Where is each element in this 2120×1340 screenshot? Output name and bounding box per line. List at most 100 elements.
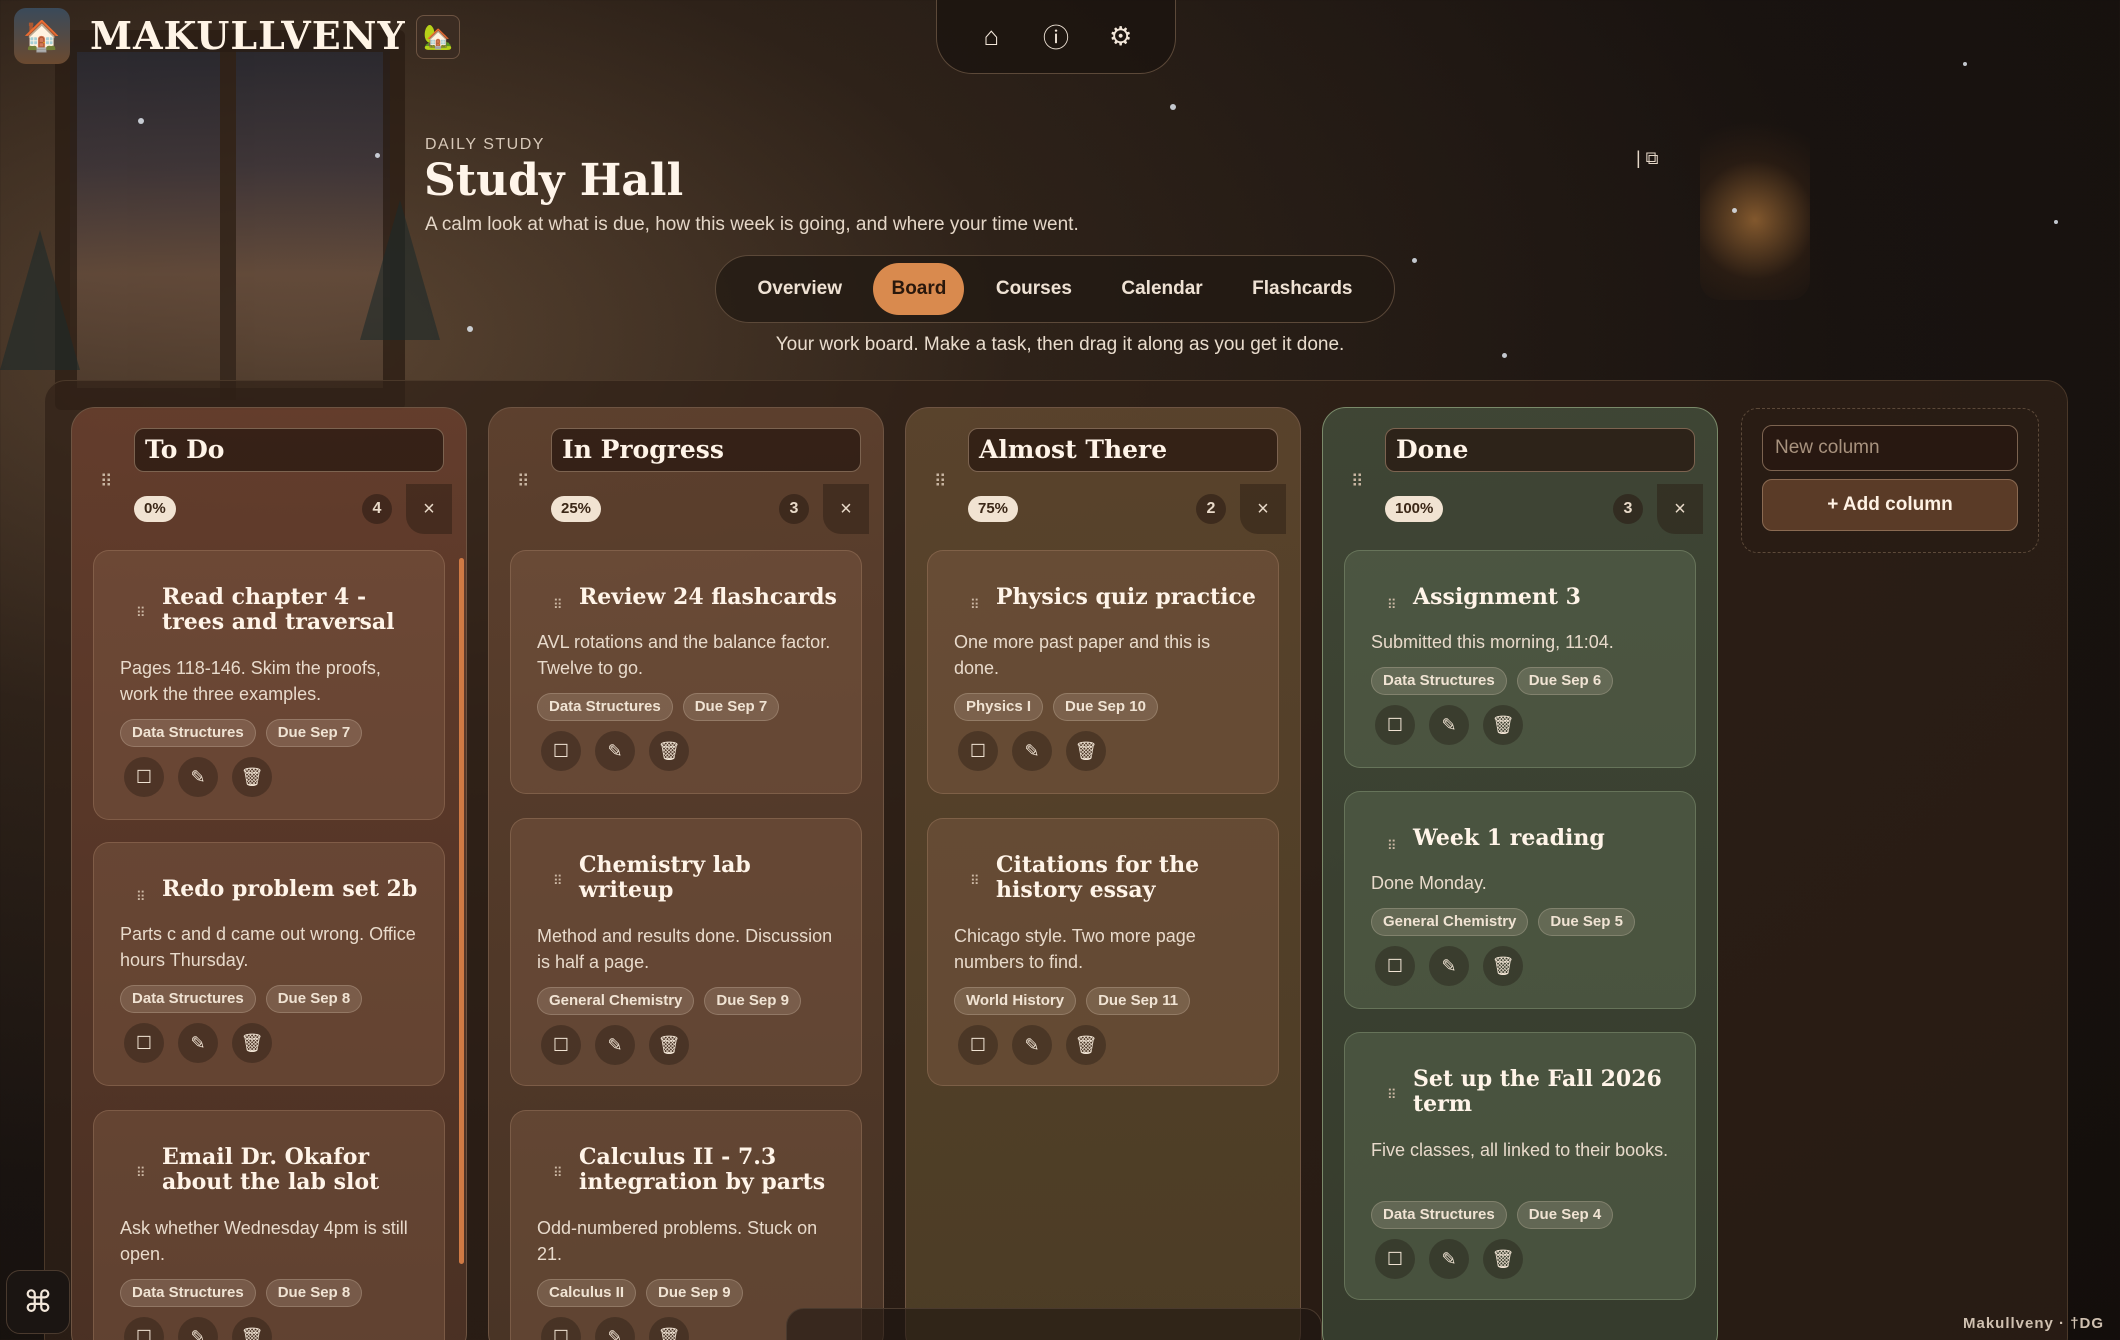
card-drag-handle[interactable]: ⠿ (1387, 838, 1396, 854)
column-almost-there: ⠿ Almost There 75% 2 × ⠿ Physics quiz pr… (905, 407, 1301, 1340)
task-card[interactable]: ⠿ Week 1 reading Done Monday. General Ch… (1344, 791, 1696, 1009)
task-card[interactable]: ⠿ Chemistry lab writeup Method and resul… (510, 818, 862, 1086)
card-drag-handle[interactable]: ⠿ (553, 597, 562, 613)
close-icon[interactable]: × (1657, 484, 1703, 534)
edit-icon[interactable]: ✎ (178, 1023, 218, 1063)
close-icon[interactable]: × (823, 484, 869, 534)
card-title: Physics quiz practice (996, 584, 1256, 610)
info-icon[interactable]: ⓘ (1036, 18, 1076, 55)
home-icon[interactable]: ⌂ (971, 21, 1011, 52)
edit-icon[interactable]: ✎ (595, 1025, 635, 1065)
card-description: Submitted this morning, 11:04. (1371, 632, 1614, 652)
task-card[interactable]: ⠿ Calculus II - 7.3 integration by parts… (510, 1110, 862, 1340)
column-progress: 0% (134, 496, 176, 522)
task-card[interactable]: ⠿ Email Dr. Okafor about the lab slot As… (93, 1110, 445, 1340)
course-tag: World History (954, 987, 1077, 1015)
close-icon[interactable]: × (1240, 484, 1286, 534)
edit-icon[interactable]: ✎ (178, 1317, 218, 1340)
tab-calendar[interactable]: Calendar (1103, 263, 1220, 315)
card-drag-handle[interactable]: ⠿ (136, 889, 145, 905)
task-card[interactable]: ⠿ Review 24 flashcards AVL rotations and… (510, 550, 862, 794)
card-drag-handle[interactable]: ⠿ (136, 1165, 145, 1181)
delete-icon[interactable]: 🗑 (1066, 1025, 1106, 1065)
edit-icon[interactable]: ✎ (1012, 731, 1052, 771)
card-drag-handle[interactable]: ⠿ (1387, 597, 1396, 613)
delete-icon[interactable]: 🗑 (649, 1317, 689, 1340)
task-card[interactable]: ⠿ Read chapter 4 - trees and traversal P… (93, 550, 445, 820)
delete-icon[interactable]: 🗑 (1483, 1239, 1523, 1279)
checkbox-icon[interactable]: ☐ (541, 731, 581, 771)
edit-icon[interactable]: ✎ (1012, 1025, 1052, 1065)
app-name: MAKULLVENY (90, 13, 406, 58)
column-to-do: ⠿ To Do 0% 4 × ⠿ Read chapter 4 - trees … (71, 407, 467, 1340)
column-title[interactable]: In Progress (551, 428, 861, 472)
delete-icon[interactable]: 🗑 (1483, 705, 1523, 745)
column-title[interactable]: Done (1385, 428, 1695, 472)
delete-icon[interactable]: 🗑 (232, 1023, 272, 1063)
edit-icon[interactable]: ✎ (1429, 705, 1469, 745)
checkbox-icon[interactable]: ☐ (958, 731, 998, 771)
column-title[interactable]: To Do (134, 428, 444, 472)
add-column-button[interactable]: + Add column (1762, 479, 2018, 531)
edit-icon[interactable]: ✎ (178, 757, 218, 797)
task-card[interactable]: ⠿ Set up the Fall 2026 term Five classes… (1344, 1032, 1696, 1300)
page-subtitle: A calm look at what is due, how this wee… (425, 214, 1079, 235)
due-tag: Due Sep 6 (1516, 667, 1614, 695)
column-drag-handle[interactable]: ⠿ (934, 472, 947, 492)
course-tag: Calculus II (537, 1279, 637, 1307)
delete-icon[interactable]: 🗑 (649, 731, 689, 771)
due-tag: Due Sep 7 (682, 693, 780, 721)
column-scrollbar[interactable] (459, 558, 464, 1264)
task-card[interactable]: ⠿ Citations for the history essay Chicag… (927, 818, 1279, 1086)
delete-icon[interactable]: 🗑 (649, 1025, 689, 1065)
card-description: Chicago style. Two more page numbers to … (954, 926, 1196, 972)
checkbox-icon[interactable]: ☐ (1375, 1239, 1415, 1279)
snow-dot (1963, 62, 1967, 66)
delete-icon[interactable]: 🗑 (232, 1317, 272, 1340)
column-title[interactable]: Almost There (968, 428, 1278, 472)
column-drag-handle[interactable]: ⠿ (100, 472, 113, 492)
checkbox-icon[interactable]: ☐ (1375, 946, 1415, 986)
command-icon[interactable]: ⌘ (6, 1270, 70, 1334)
checkbox-icon[interactable]: ☐ (1375, 705, 1415, 745)
column-progress: 100% (1385, 496, 1444, 522)
card-drag-handle[interactable]: ⠿ (136, 605, 145, 621)
task-card[interactable]: ⠿ Physics quiz practice One more past pa… (927, 550, 1279, 794)
checkbox-icon[interactable]: ☐ (124, 1023, 164, 1063)
edit-icon[interactable]: ✎ (595, 731, 635, 771)
column-drag-handle[interactable]: ⠿ (517, 472, 530, 492)
checkbox-icon[interactable]: ☐ (958, 1025, 998, 1065)
checkbox-icon[interactable]: ☐ (541, 1025, 581, 1065)
checkbox-icon[interactable]: ☐ (124, 1317, 164, 1340)
delete-icon[interactable]: 🗑 (1066, 731, 1106, 771)
card-description: One more past paper and this is done. (954, 632, 1211, 678)
delete-icon[interactable]: 🗑 (232, 757, 272, 797)
task-card[interactable]: ⠿ Redo problem set 2b Parts c and d came… (93, 842, 445, 1086)
edit-icon[interactable]: ✎ (1429, 1239, 1469, 1279)
card-drag-handle[interactable]: ⠿ (970, 597, 979, 613)
close-icon[interactable]: × (406, 484, 452, 534)
task-card[interactable]: ⠿ Assignment 3 Submitted this morning, 1… (1344, 550, 1696, 768)
popout-icon[interactable]: | ⧉ (1636, 148, 1659, 169)
new-column-input[interactable] (1762, 425, 2018, 471)
column-drag-handle[interactable]: ⠿ (1351, 472, 1364, 492)
card-drag-handle[interactable]: ⠿ (970, 873, 979, 889)
tab-overview[interactable]: Overview (739, 263, 860, 315)
tab-board[interactable]: Board (873, 263, 965, 315)
tab-courses[interactable]: Courses (978, 263, 1090, 315)
app-logo[interactable]: 🏠 (14, 8, 70, 64)
card-drag-handle[interactable]: ⠿ (553, 873, 562, 889)
tab-flashcards[interactable]: Flashcards (1234, 263, 1370, 315)
card-drag-handle[interactable]: ⠿ (553, 1165, 562, 1181)
card-drag-handle[interactable]: ⠿ (1387, 1087, 1396, 1103)
checkbox-icon[interactable]: ☐ (124, 757, 164, 797)
delete-icon[interactable]: 🗑 (1483, 946, 1523, 986)
edit-icon[interactable]: ✎ (595, 1317, 635, 1340)
card-title: Read chapter 4 - trees and traversal (162, 584, 395, 635)
cabin-icon[interactable]: 🏡 (416, 15, 460, 59)
gear-icon[interactable]: ⚙ (1101, 21, 1141, 52)
checkbox-icon[interactable]: ☐ (541, 1317, 581, 1340)
due-tag: Due Sep 8 (265, 985, 363, 1013)
due-tag: Due Sep 8 (265, 1279, 363, 1307)
edit-icon[interactable]: ✎ (1429, 946, 1469, 986)
